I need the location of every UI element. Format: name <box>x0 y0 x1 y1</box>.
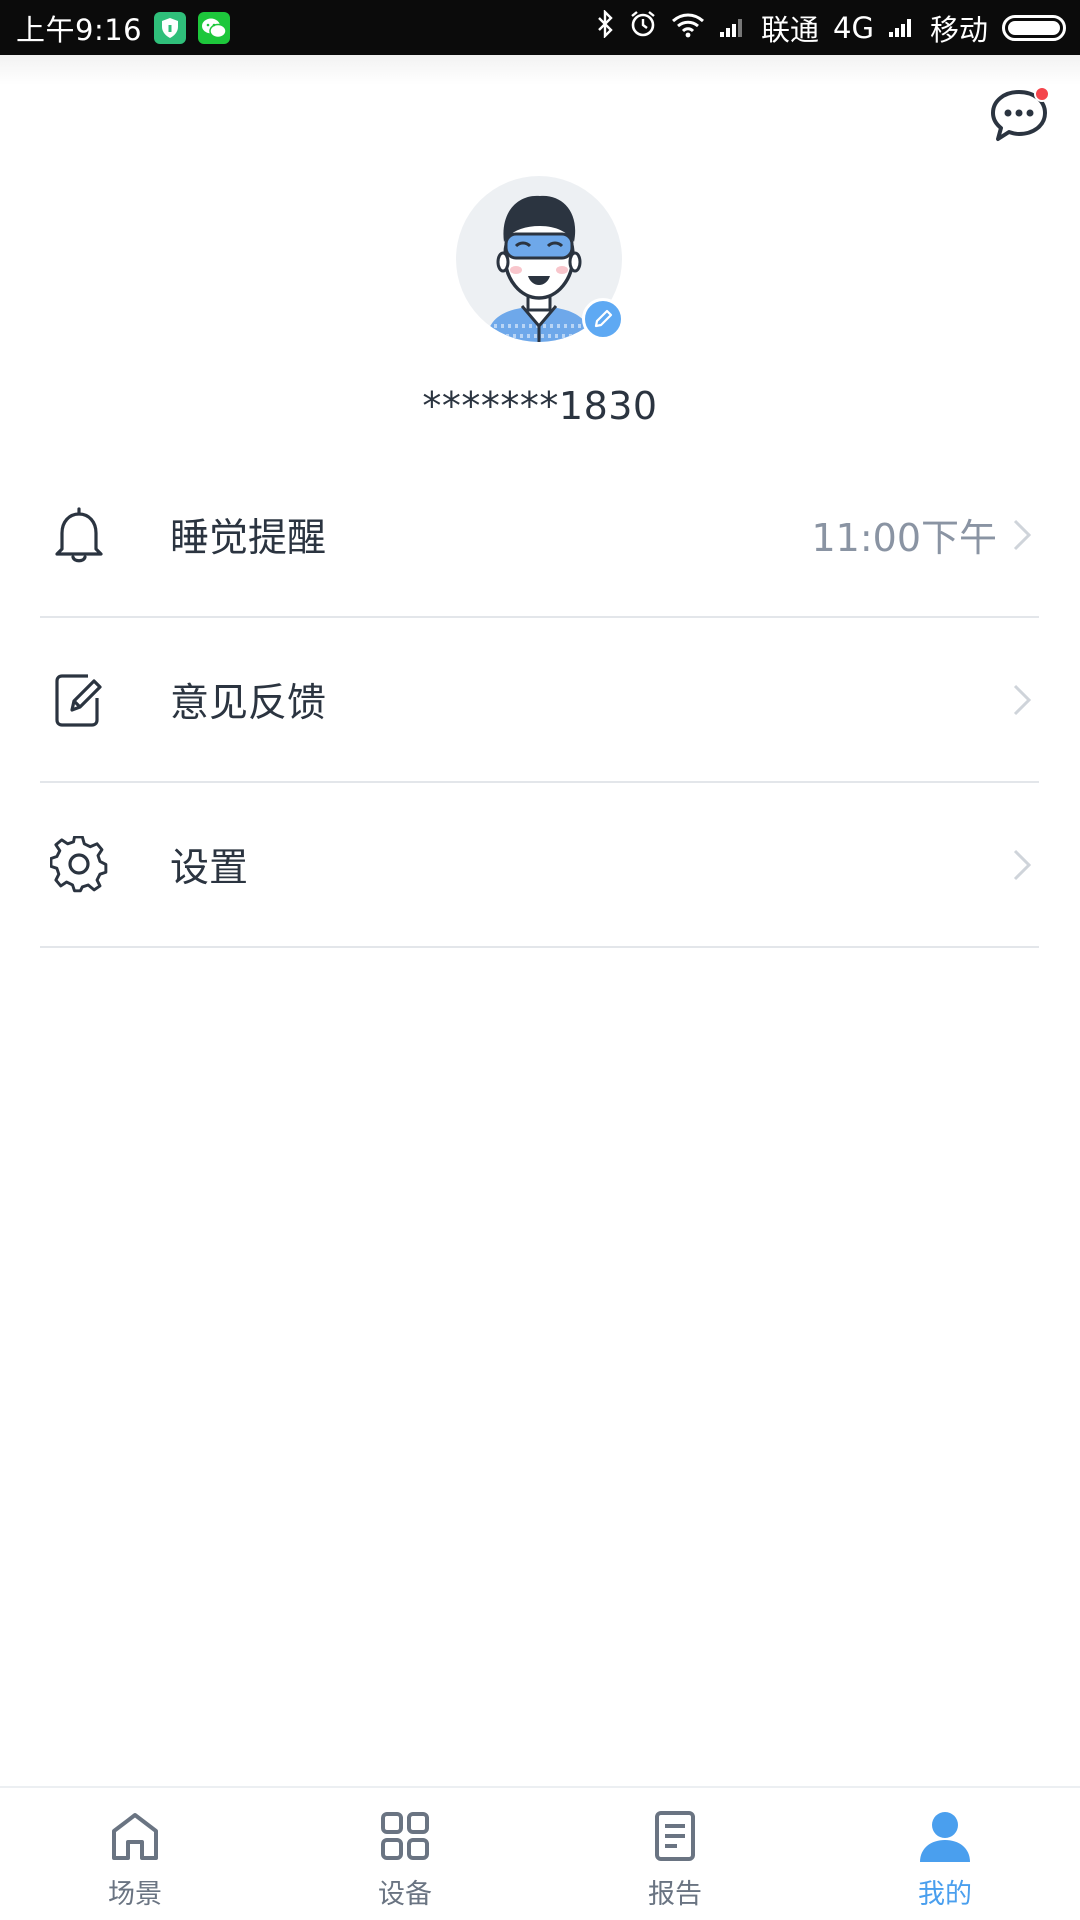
avatar-container[interactable] <box>456 176 624 342</box>
status-bar: 上午9:16 联通 4G 移动 <box>0 0 1080 55</box>
carrier2-label: 移动 <box>929 12 988 47</box>
header-shadow <box>0 55 1080 85</box>
pencil-icon <box>594 309 613 328</box>
nav-tab-devices[interactable]: 设备 <box>270 1788 540 1920</box>
settings-menu: 睡觉提醒 11:00下午 意见反馈 设置 <box>40 453 1039 948</box>
menu-item-label: 意见反馈 <box>170 680 327 726</box>
bluetooth-icon <box>595 9 615 45</box>
edit-note-icon <box>48 669 110 731</box>
messages-button[interactable] <box>988 86 1052 146</box>
notification-dot <box>1034 86 1050 102</box>
menu-item-sleep-reminder[interactable]: 睡觉提醒 11:00下午 <box>40 453 1039 618</box>
nav-tab-mine[interactable]: 我的 <box>810 1788 1080 1920</box>
alarm-icon <box>629 10 657 45</box>
nav-tab-scenes[interactable]: 场景 <box>0 1788 270 1920</box>
status-time: 上午9:16 <box>16 12 143 47</box>
menu-item-feedback[interactable]: 意见反馈 <box>40 618 1039 783</box>
nav-label: 场景 <box>108 1879 162 1910</box>
nav-label: 设备 <box>378 1879 432 1910</box>
battery-icon <box>1002 14 1066 41</box>
wifi-icon <box>671 11 705 45</box>
signal-icon <box>719 11 747 45</box>
gear-icon <box>48 834 110 896</box>
network-type-label: 4G <box>833 10 874 45</box>
chevron-right-icon <box>1011 517 1033 553</box>
username-text: *******1830 <box>422 384 658 428</box>
app-root: 上午9:16 联通 4G 移动 *******1830 睡觉提醒 11:00下午… <box>0 0 1080 1920</box>
shield-app-icon <box>154 11 187 44</box>
menu-item-label: 设置 <box>170 845 249 891</box>
menu-item-label: 睡觉提醒 <box>170 515 327 561</box>
person-icon <box>917 1808 973 1864</box>
document-icon <box>647 1808 703 1864</box>
wechat-icon <box>198 11 231 44</box>
home-icon <box>107 1808 163 1864</box>
nav-label: 我的 <box>918 1879 972 1910</box>
carrier1-label: 联通 <box>761 12 820 47</box>
chevron-right-icon <box>1011 682 1033 718</box>
menu-item-settings[interactable]: 设置 <box>40 783 1039 948</box>
chevron-right-icon <box>1011 847 1033 883</box>
nav-tab-reports[interactable]: 报告 <box>540 1788 810 1920</box>
bell-icon <box>48 504 110 566</box>
sleep-reminder-time: 11:00下午 <box>811 516 997 560</box>
bottom-navigation: 场景 设备 报告 我的 <box>0 1786 1080 1920</box>
avatar-edit-button[interactable] <box>582 298 624 340</box>
grid-icon <box>377 1808 433 1864</box>
nav-label: 报告 <box>648 1879 702 1910</box>
signal-icon <box>888 11 916 45</box>
